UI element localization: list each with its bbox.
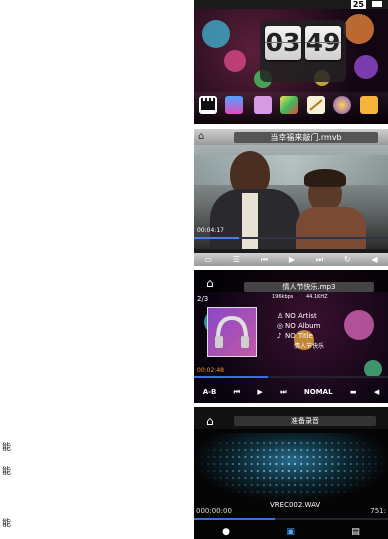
next-icon[interactable]: ⏭ xyxy=(316,255,323,265)
music-file-name: 情人节快乐.mp3 xyxy=(244,282,374,292)
recorder-title: 准备录音 xyxy=(234,416,376,426)
clock-hour: 03 xyxy=(265,26,301,60)
list-icon[interactable]: ▣ xyxy=(286,527,295,537)
bitrate: 196kbps xyxy=(272,294,294,300)
video-player: ⌂ 当幸福来敲门.rmvb 00:04:17 ▭ ☰ ⏮ ▶ ⏭ ↻ ◀ xyxy=(194,129,388,266)
side-text-3: 能 xyxy=(2,519,12,529)
music-progress-track[interactable] xyxy=(194,376,388,378)
play-mode-button[interactable]: NOMAL xyxy=(304,388,333,396)
spectrum-visualizer xyxy=(194,433,388,501)
ebook-app-icon[interactable] xyxy=(254,96,272,114)
video-controls: ▭ ☰ ⏮ ▶ ⏭ ↻ ◀ xyxy=(194,253,388,266)
photo-app-icon[interactable] xyxy=(280,96,298,114)
date-badge: 25 xyxy=(350,0,366,9)
record-icon[interactable]: ● xyxy=(222,527,230,537)
recorder-progress-fill xyxy=(194,518,276,520)
home-screen: 25 03 49 xyxy=(194,0,388,124)
home-icon[interactable]: ⌂ xyxy=(198,131,204,142)
play-icon[interactable]: ▶ xyxy=(257,388,262,396)
notes-app-icon[interactable] xyxy=(307,96,325,114)
eq-icon[interactable]: ▬ xyxy=(350,388,357,396)
video-progress-fill xyxy=(194,237,239,239)
side-text-1: 能 xyxy=(2,443,12,453)
save-icon[interactable]: ▤ xyxy=(351,527,360,537)
play-icon[interactable]: ▶ xyxy=(289,255,295,264)
ab-repeat-button[interactable]: A-B xyxy=(203,388,217,396)
video-elapsed: 00:04:17 xyxy=(197,227,224,234)
next-icon[interactable]: ⏭ xyxy=(280,388,286,397)
music-elapsed: 00:02:48 xyxy=(197,367,224,374)
music-controls: A-B ⏮ ▶ ⏭ NOMAL ▬ ◀ xyxy=(194,383,388,401)
lyric: 情人节快乐 xyxy=(294,343,325,350)
title: NO Title xyxy=(285,332,313,340)
battery-icon xyxy=(372,1,382,7)
sample-rate: 44.1KHZ xyxy=(306,294,328,300)
music-progress-fill xyxy=(194,376,268,378)
music-player: ⌂ 情人节快乐.mp3 2/3 196kbps 44.1KHZ ♙ NO Art… xyxy=(194,270,388,403)
note-icon: ♪ xyxy=(277,332,282,340)
track-index: 2/3 xyxy=(197,295,209,303)
playlist-icon[interactable]: ☰ xyxy=(233,255,240,264)
recorder-title-bar: ⌂ 准备录音 xyxy=(194,407,388,429)
side-text-2: 能 xyxy=(2,467,12,477)
recorder: ⌂ 准备录音 VREC002.WAV 000:00:00 751: ● ▣ ▤ xyxy=(194,407,388,539)
album: NO Album xyxy=(285,322,321,330)
album-art xyxy=(207,307,257,357)
volume-icon[interactable]: ◀ xyxy=(374,388,379,396)
artist: NO Artist xyxy=(285,312,317,320)
recorder-controls: ● ▣ ▤ xyxy=(194,525,388,539)
repeat-icon[interactable]: ↻ xyxy=(344,255,351,264)
video-title-bar: ⌂ 当幸福来敲门.rmvb xyxy=(194,129,388,145)
album-icon: ◎ xyxy=(277,322,284,330)
video-file-name: 当幸福来敲门.rmvb xyxy=(234,132,378,143)
music-title-bar: ⌂ 情人节快乐.mp3 xyxy=(194,270,388,292)
recorder-total: 751: xyxy=(370,507,386,515)
recorder-elapsed: 000:00:00 xyxy=(196,507,232,515)
home-icon[interactable]: ⌂ xyxy=(206,276,214,290)
music-app-icon[interactable] xyxy=(225,96,243,114)
artist-icon: ♙ xyxy=(277,312,284,320)
prev-icon[interactable]: ⏮ xyxy=(234,388,240,397)
volume-icon[interactable]: ◀ xyxy=(371,255,377,264)
recording-file-name: VREC002.WAV xyxy=(270,501,321,509)
prev-icon[interactable]: ⏮ xyxy=(261,255,268,265)
video-app-icon[interactable] xyxy=(199,96,217,114)
status-bar: 25 xyxy=(194,0,388,9)
screen-mode-icon[interactable]: ▭ xyxy=(204,255,212,264)
clock-minute: 49 xyxy=(305,26,341,60)
settings-app-icon[interactable] xyxy=(333,96,351,114)
video-progress-track[interactable] xyxy=(194,237,388,239)
folder-app-icon[interactable] xyxy=(360,96,378,114)
headphones-icon xyxy=(215,315,249,348)
home-icon[interactable]: ⌂ xyxy=(206,414,214,428)
recorder-progress-track[interactable] xyxy=(194,518,388,520)
